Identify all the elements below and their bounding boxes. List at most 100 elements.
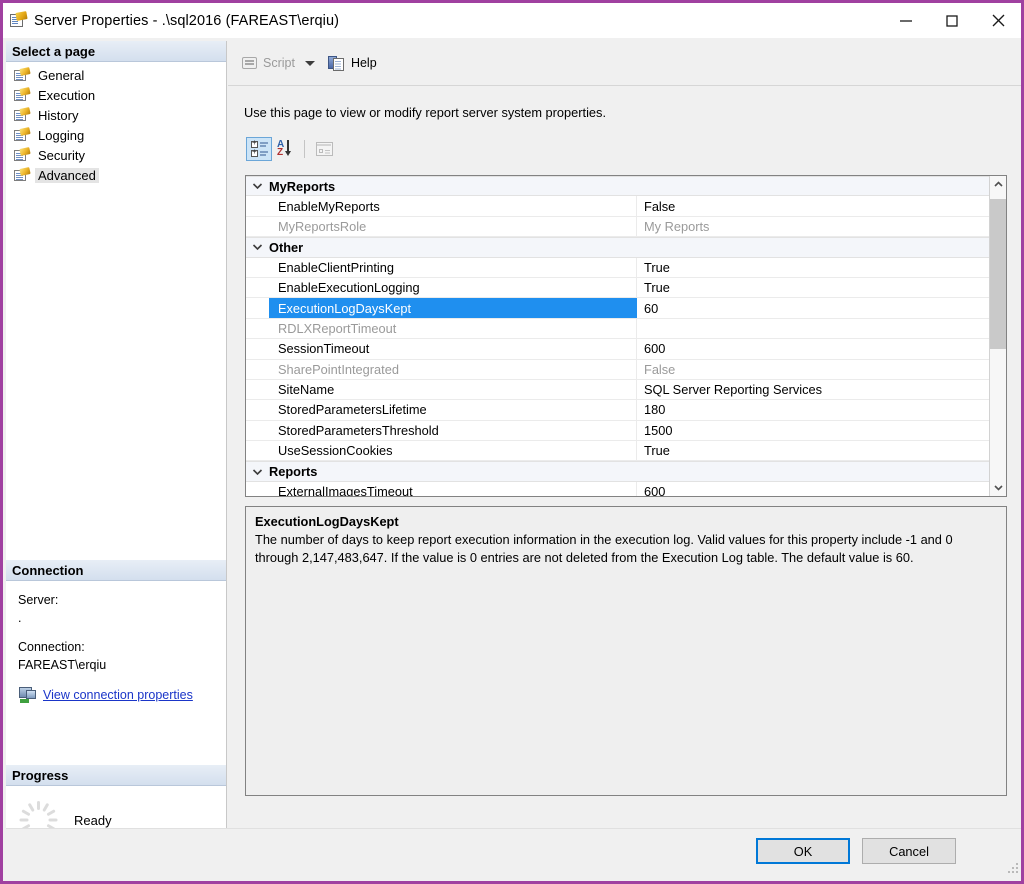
property-name-cell[interactable]: EnableClientPrinting [269, 257, 637, 277]
property-grid-category-row[interactable]: MyReports [246, 176, 989, 197]
property-grid-row[interactable]: SiteName SQL Server Reporting Services [246, 379, 989, 401]
server-properties-dialog: Server Properties - .\sql2016 (FAREAST\e… [0, 0, 1024, 884]
property-grid-row[interactable]: SharePointIntegrated False [246, 359, 989, 380]
property-grid-row[interactable]: SessionTimeout 600 [246, 339, 989, 360]
sidebar-item-security[interactable]: Security [6, 145, 226, 165]
sidebar-item-execution[interactable]: Execution [6, 85, 226, 105]
page-description: Use this page to view or modify report s… [244, 105, 607, 120]
chevron-down-icon[interactable] [246, 182, 269, 190]
property-name-cell[interactable]: SessionTimeout [269, 339, 637, 359]
property-grid-scrollbar[interactable] [989, 176, 1006, 496]
help-icon [327, 55, 346, 72]
property-grid[interactable]: MyReports EnableMyReports False MyReportsRo… [245, 175, 1007, 497]
property-value-cell[interactable]: False [637, 196, 989, 215]
page-icon [14, 146, 31, 163]
script-button[interactable]: Script [237, 50, 299, 76]
property-grid-category-row[interactable]: Reports [246, 461, 989, 482]
property-name-cell[interactable]: RDLXReportTimeout [269, 318, 637, 339]
property-name-cell[interactable]: ExternalImagesTimeout [269, 481, 637, 496]
categorized-button[interactable] [246, 137, 272, 161]
property-grid-row[interactable]: EnableClientPrinting True [246, 257, 989, 278]
sidebar-item-label: Execution [38, 87, 96, 103]
scroll-up-icon[interactable] [990, 176, 1006, 193]
property-grid-category-row[interactable]: Other [246, 237, 989, 258]
property-value-cell[interactable]: 600 [637, 482, 989, 496]
view-connection-properties-row[interactable]: View connection properties [18, 686, 226, 704]
property-grid-row[interactable]: ExternalImagesTimeout 600 [246, 481, 989, 496]
property-grid-rows: MyReports EnableMyReports False MyReportsRo… [246, 176, 989, 496]
property-value-cell[interactable]: True [637, 278, 989, 297]
cancel-button[interactable]: Cancel [862, 838, 956, 864]
sidebar-item-label: History [38, 107, 79, 123]
property-grid-row[interactable]: StoredParametersThreshold 1500 [246, 420, 989, 442]
command-bar: Script Help [228, 41, 1021, 86]
property-name-cell[interactable]: StoredParametersThreshold [269, 420, 637, 441]
help-button[interactable]: Help [324, 50, 381, 76]
property-name-cell[interactable]: MyReportsRole [269, 216, 637, 237]
property-name-cell[interactable]: EnableMyReports [269, 196, 637, 216]
scrollbar-thumb[interactable] [990, 199, 1006, 349]
property-value-cell[interactable]: True [637, 441, 989, 460]
property-value-cell[interactable]: 180 [637, 400, 989, 419]
sidebar-item-general[interactable]: General [6, 65, 226, 85]
sidebar-item-label: Logging [38, 127, 85, 143]
property-value-cell[interactable]: 1500 [637, 421, 989, 440]
ok-button[interactable]: OK [756, 838, 850, 864]
property-value-cell[interactable]: False [637, 360, 989, 379]
sidebar-item-label: Security [38, 147, 85, 163]
title-bar: Server Properties - .\sql2016 (FAREAST\e… [3, 3, 1021, 38]
scroll-down-icon[interactable] [990, 479, 1006, 496]
close-button[interactable] [975, 3, 1021, 38]
connection-section: Connection Server: . Connection: FAREAST… [6, 560, 226, 704]
property-grid-row[interactable]: EnableMyReports False [246, 196, 989, 217]
property-value-cell[interactable]: True [637, 258, 989, 277]
sidebar-item-advanced[interactable]: Advanced [6, 165, 226, 185]
sidebar-item-logging[interactable]: Logging [6, 125, 226, 145]
property-name-cell[interactable]: EnableExecutionLogging [269, 277, 637, 298]
property-value-cell[interactable] [637, 319, 989, 338]
page-icon [14, 66, 31, 83]
server-connection-icon [19, 686, 37, 703]
property-grid-row[interactable]: MyReportsRole My Reports [246, 216, 989, 238]
toolbar-separator [304, 140, 305, 158]
property-name-cell[interactable]: SiteName [269, 379, 637, 400]
property-name-cell[interactable]: UseSessionCookies [269, 441, 637, 461]
sidebar-item-label: General [38, 67, 85, 83]
property-name-cell[interactable]: StoredParametersLifetime [269, 400, 637, 420]
view-connection-properties-link[interactable]: View connection properties [43, 686, 193, 704]
sort-alphabetical-icon: AZ [276, 139, 294, 158]
property-name-cell[interactable]: SharePointIntegrated [269, 359, 637, 379]
connection-header: Connection [6, 560, 226, 581]
maximize-button[interactable] [929, 3, 975, 38]
progress-header: Progress [6, 765, 226, 786]
resize-grip[interactable] [1008, 863, 1020, 875]
property-name-cell[interactable]: ExecutionLogDaysKept [269, 298, 637, 318]
property-grid-row[interactable]: ExecutionLogDaysKept 60 [246, 298, 989, 319]
alphabetical-button[interactable]: AZ [272, 137, 298, 161]
property-value-cell[interactable]: My Reports [637, 217, 989, 236]
property-grid-row[interactable]: UseSessionCookies True [246, 441, 989, 462]
property-grid-row[interactable]: StoredParametersLifetime 180 [246, 400, 989, 421]
server-properties-icon [10, 10, 28, 29]
chevron-down-icon[interactable] [246, 243, 269, 251]
property-value-cell[interactable]: 60 [637, 298, 989, 317]
property-pages-icon [315, 142, 333, 156]
page-icon [14, 126, 31, 143]
property-value-cell[interactable]: 600 [637, 339, 989, 358]
chevron-down-icon[interactable] [246, 468, 269, 476]
connection-body: Server: . Connection: FAREAST\erqiu View… [6, 581, 226, 704]
property-description-body: The number of days to keep report execut… [255, 532, 953, 566]
window-controls [883, 3, 1021, 38]
server-value: . [18, 611, 22, 626]
property-grid-row[interactable]: RDLXReportTimeout [246, 318, 989, 340]
minimize-button[interactable] [883, 3, 929, 38]
script-icon [241, 55, 259, 71]
property-value-cell[interactable]: SQL Server Reporting Services [637, 380, 989, 399]
property-grid-row[interactable]: EnableExecutionLogging True [246, 277, 989, 299]
progress-status: Ready [74, 812, 112, 828]
sidebar-item-history[interactable]: History [6, 105, 226, 125]
property-description-panel: ExecutionLogDaysKept The number of days … [245, 506, 1007, 796]
property-pages-button [311, 137, 337, 161]
chevron-down-icon[interactable] [304, 60, 315, 66]
categorized-icon [250, 139, 268, 157]
